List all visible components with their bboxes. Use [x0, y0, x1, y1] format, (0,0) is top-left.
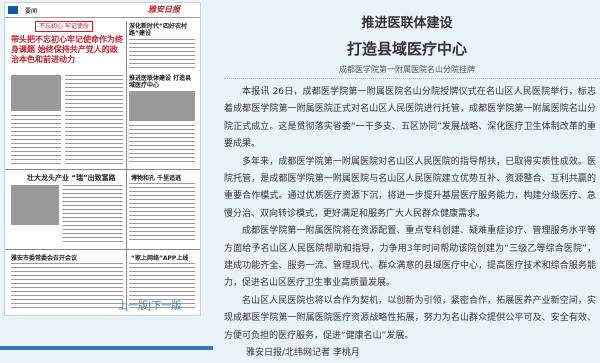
section-name: 要闻	[25, 8, 38, 15]
story-text-block	[129, 125, 195, 163]
newspaper-logo: 雅安日报	[148, 5, 180, 14]
page-thumbnail[interactable]: 要闻 雅安日报 不忘初心 牢记使命 带头把不忘初心牢记使命作为终身课题 始终保持…	[4, 2, 201, 316]
story-title-6[interactable]: “家上网络”APP上线	[131, 253, 188, 262]
row-divider	[5, 169, 200, 170]
article-paragraph: 名山区人民医院也将以合作为契机，以创新为引领，紧密合作，拓展医养产业新空间，实现…	[224, 295, 596, 341]
news-photo	[129, 91, 195, 121]
story-title-1[interactable]: 深化新时代“四好农村路”建设	[129, 23, 195, 37]
story-title-5[interactable]: 雅安市委常委会召开会议	[11, 253, 123, 262]
article-subtitle: 成都医学院第一附属医院名山分院挂牌	[339, 65, 475, 74]
story-title-2[interactable]: 推进医联体建设 打造县域医疗中心	[129, 75, 195, 89]
prev-page-link[interactable]: 上一版	[118, 301, 148, 312]
row-divider	[5, 249, 200, 250]
story-title-4[interactable]: 博物和孔 千里追逃	[131, 173, 181, 182]
article-panel: 推进医联体建设 打造县域医疗中心 成都医学院第一附属医院名山分院挂牌 本报讯 2…	[214, 0, 600, 358]
story-text-block	[129, 39, 195, 69]
story-text-block	[63, 185, 123, 245]
story-text-block	[65, 75, 123, 165]
page-number-badge	[8, 6, 18, 14]
column-stamp: 不忘初心 牢记使命	[35, 21, 93, 32]
thumbnail-header: 要闻 雅安日报	[5, 3, 200, 18]
article-kicker: 推进医联体建设	[361, 16, 453, 31]
news-photo	[11, 75, 61, 111]
article-paragraph: 本报讯 26日，成都医学院第一附属医院名山分院授牌仪式在名山区人民医院举行，标志…	[224, 87, 596, 150]
column-divider	[126, 21, 127, 311]
story-text-block	[11, 263, 123, 311]
article-body: 本报讯 26日，成都医学院第一附属医院名山分院授牌仪式在名山区人民医院举行，标志…	[224, 84, 596, 363]
title-divider	[224, 78, 600, 80]
lead-headline[interactable]: 带头把不忘初心牢记使命作为终身课题 始终保持共产党人的政治本色和前进动力	[11, 35, 123, 65]
story-title-3[interactable]: 壮大龙头产业 “瑞”出致富路	[27, 173, 116, 183]
panel-bottom-bar	[0, 346, 213, 350]
story-text-block	[129, 183, 195, 243]
page-navigation: 上一版|下一版	[118, 297, 181, 312]
article-title: 打造县域医疗中心	[346, 40, 467, 58]
story-text-block	[11, 115, 61, 165]
news-photo	[11, 185, 59, 225]
next-page-link[interactable]: 下一版	[151, 301, 181, 312]
article-byline: 雅安日报/北纬网记者 李桃月	[246, 348, 360, 359]
newspaper-thumbnail-panel: 要闻 雅安日报 不忘初心 牢记使命 带头把不忘初心牢记使命作为终身课题 始终保持…	[0, 0, 213, 350]
article-paragraph: 多年来，成都医学院第一附属医院对名山区人民医院的指导帮扶，已取得实质性成效。医院…	[224, 156, 596, 219]
article-paragraph: 成都医学院第一附属医院将在资源配置、重点专科创建、疑难重症诊疗、管理服务水平等方…	[224, 226, 596, 289]
